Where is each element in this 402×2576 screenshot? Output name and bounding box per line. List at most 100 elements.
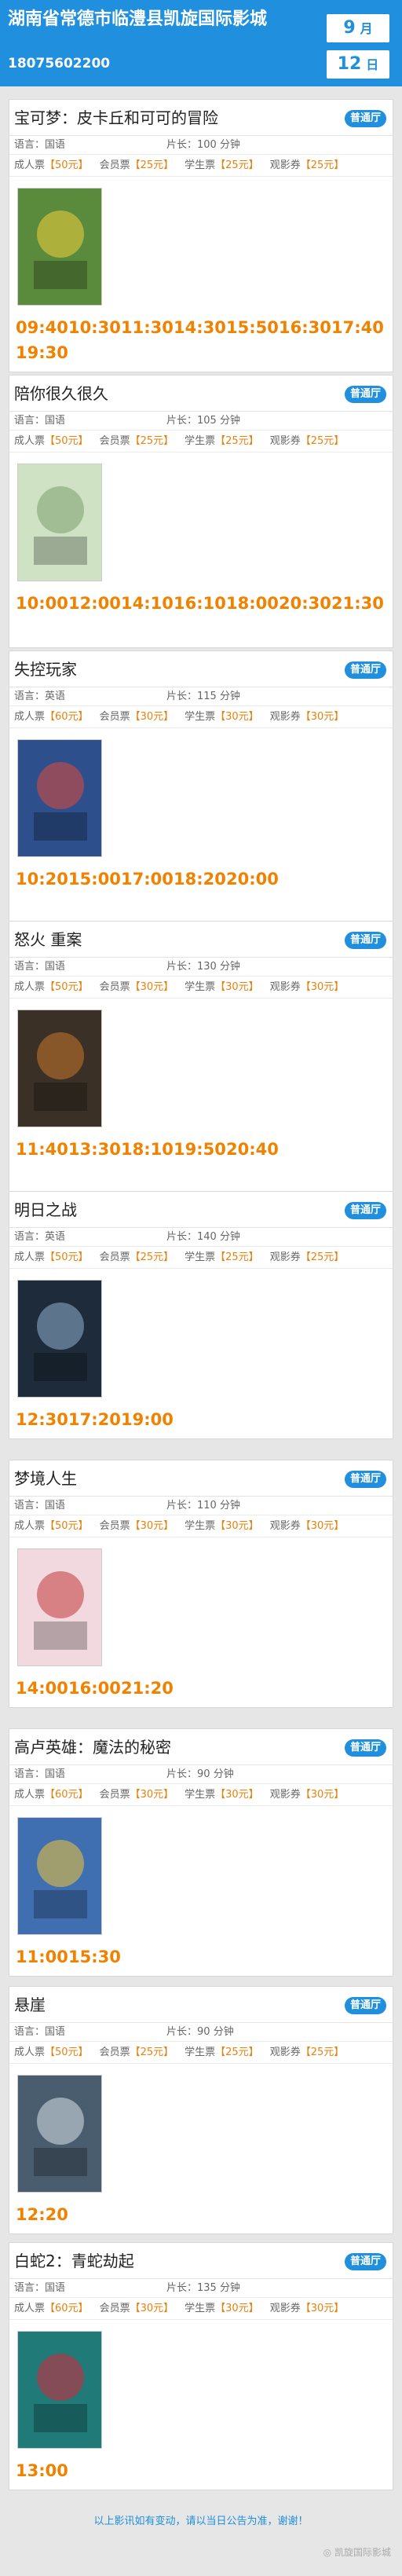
showtime[interactable]: 20:40 <box>226 1137 279 1162</box>
showtime[interactable]: 11:30 <box>121 315 174 340</box>
showtime[interactable]: 17:40 <box>331 315 384 340</box>
student-price-value: 【30元】 <box>215 711 259 723</box>
voucher-price: 观影券【30元】 <box>270 1784 345 1806</box>
movie-card[interactable]: 白蛇2：青蛇劫起 普通厅 语言：国语 片长：135 分钟 成人票【60元】 会员票… <box>9 2242 393 2490</box>
movie-title-row: 怒火 重案 普通厅 <box>9 922 393 958</box>
movie-title[interactable]: 悬崖 <box>14 1995 46 2015</box>
showtime[interactable]: 11:40 <box>16 1137 68 1162</box>
movie-poster[interactable] <box>17 739 102 857</box>
movie-poster[interactable] <box>17 2331 102 2449</box>
showtime[interactable]: 16:00 <box>68 1676 121 1701</box>
movie-card[interactable]: 陪你很久很久 普通厅 语言：国语 片长：105 分钟 成人票【50元】 会员票【2… <box>9 375 393 648</box>
duration-value: 100 分钟 <box>197 139 240 151</box>
showtime[interactable]: 12:00 <box>68 591 121 616</box>
member-price-label: 会员票 <box>99 981 130 993</box>
movie-info-row: 语言：国语 片长：90 分钟 <box>9 1765 393 1784</box>
duration-label: 片长： <box>166 2026 198 2038</box>
movie-title[interactable]: 宝可梦：皮卡丘和可可的冒险 <box>14 108 218 128</box>
showtime[interactable]: 16:30 <box>279 315 331 340</box>
price-row: 成人票【60元】 会员票【30元】 学生票【30元】 观影券【30元】 <box>9 1784 393 1806</box>
showtime[interactable]: 21:20 <box>121 1676 174 1701</box>
showtime[interactable]: 12:20 <box>16 2202 68 2227</box>
showtime[interactable]: 09:40 <box>16 315 68 340</box>
showtime[interactable]: 10:20 <box>16 867 68 892</box>
movie-card[interactable]: 宝可梦：皮卡丘和可可的冒险 普通厅 语言：国语 片长：100 分钟 成人票【50… <box>9 99 393 372</box>
movie-title-row: 高卢英雄：魔法的秘密 普通厅 <box>9 1729 393 1765</box>
showtime[interactable]: 15:50 <box>226 315 279 340</box>
movie-poster[interactable] <box>17 1280 102 1398</box>
showtime[interactable]: 17:20 <box>68 1407 121 1432</box>
showtime[interactable]: 21:30 <box>331 591 384 616</box>
showtime[interactable]: 20:00 <box>226 867 279 892</box>
student-price-label: 学生票 <box>185 159 216 171</box>
showtime[interactable]: 18:20 <box>174 867 226 892</box>
showtime[interactable]: 14:30 <box>174 315 226 340</box>
showtime[interactable]: 15:00 <box>68 867 121 892</box>
showtime[interactable]: 13:00 <box>16 2458 68 2483</box>
showtime[interactable]: 16:10 <box>174 591 226 616</box>
movie-poster[interactable] <box>17 1548 102 1666</box>
movie-card[interactable]: 怒火 重案 普通厅 语言：国语 片长：130 分钟 成人票【50元】 会员票【30… <box>9 921 393 1194</box>
poster-image <box>18 1818 101 1934</box>
member-price: 会员票【30元】 <box>100 706 174 728</box>
member-price-value: 【30元】 <box>130 1789 174 1801</box>
movie-title[interactable]: 明日之战 <box>14 1200 77 1220</box>
movie-title[interactable]: 白蛇2：青蛇劫起 <box>14 2251 134 2271</box>
showtime[interactable]: 14:10 <box>121 591 174 616</box>
showtime[interactable]: 15:30 <box>68 1944 121 1970</box>
student-price-label: 学生票 <box>185 981 216 993</box>
member-price: 会员票【30元】 <box>100 1784 174 1806</box>
movie-poster[interactable] <box>17 2075 102 2193</box>
movie-poster[interactable] <box>17 188 102 306</box>
duration-info: 片长：135 分钟 <box>166 2279 240 2298</box>
movie-card[interactable]: 悬崖 普通厅 语言：国语 片长：90 分钟 成人票【50元】 会员票【25元】 学生… <box>9 1986 393 2234</box>
student-price: 学生票【30元】 <box>185 1784 259 1806</box>
showtimes: 12:20 <box>16 2202 385 2227</box>
showtime[interactable]: 11:00 <box>16 1944 68 1970</box>
student-price-value: 【30元】 <box>215 981 259 993</box>
poster-image <box>18 464 101 581</box>
adult-price-value: 【50元】 <box>45 1520 89 1532</box>
adult-price: 成人票【50元】 <box>14 977 89 999</box>
month-number: 9 <box>343 18 356 38</box>
showtime[interactable]: 14:00 <box>16 1676 68 1701</box>
movie-title[interactable]: 陪你很久很久 <box>14 383 108 404</box>
movie-title[interactable]: 怒火 重案 <box>14 929 82 950</box>
movie-card[interactable]: 梦境人生 普通厅 语言：国语 片长：110 分钟 成人票【50元】 会员票【30元… <box>9 1460 393 1708</box>
movie-poster[interactable] <box>17 1010 102 1127</box>
cinema-phone[interactable]: 18075602200 <box>8 55 110 72</box>
adult-price-value: 【50元】 <box>45 435 89 447</box>
member-price: 会员票【30元】 <box>100 977 174 999</box>
adult-price-value: 【60元】 <box>45 2303 89 2314</box>
movie-card[interactable]: 失控玩家 普通厅 语言：英语 片长：115 分钟 成人票【60元】 会员票【30元… <box>9 650 393 924</box>
showtime[interactable]: 10:30 <box>68 315 121 340</box>
movie-card[interactable]: 高卢英雄：魔法的秘密 普通厅 语言：国语 片长：90 分钟 成人票【60元】 会员… <box>9 1728 393 1977</box>
movie-poster[interactable] <box>17 1817 102 1935</box>
duration-value: 90 分钟 <box>197 2026 234 2038</box>
language-info: 语言：国语 <box>14 2023 65 2042</box>
adult-price-value: 【60元】 <box>45 711 89 723</box>
showtime[interactable]: 19:30 <box>16 340 68 365</box>
showtime[interactable]: 12:30 <box>16 1407 68 1432</box>
showtime[interactable]: 19:00 <box>121 1407 174 1432</box>
language-info: 语言：国语 <box>14 1497 65 1515</box>
movie-poster[interactable] <box>17 464 102 581</box>
showtime[interactable]: 10:00 <box>16 591 68 616</box>
student-price-value: 【30元】 <box>215 1520 259 1532</box>
price-row: 成人票【50元】 会员票【30元】 学生票【30元】 观影券【30元】 <box>9 977 393 999</box>
movie-card[interactable]: 明日之战 普通厅 语言：英语 片长：140 分钟 成人票【50元】 会员票【25元… <box>9 1191 393 1439</box>
duration-value: 105 分钟 <box>197 415 240 427</box>
movie-title-row: 梦境人生 普通厅 <box>9 1460 393 1497</box>
showtime[interactable]: 17:00 <box>121 867 174 892</box>
showtime[interactable]: 18:10 <box>121 1137 174 1162</box>
student-price-value: 【30元】 <box>215 1789 259 1801</box>
adult-price: 成人票【60元】 <box>14 2298 89 2320</box>
movie-title[interactable]: 失控玩家 <box>14 659 77 680</box>
showtime[interactable]: 13:30 <box>68 1137 121 1162</box>
movie-title[interactable]: 高卢英雄：魔法的秘密 <box>14 1737 171 1757</box>
showtime[interactable]: 18:00 <box>226 591 279 616</box>
showtime[interactable]: 20:30 <box>279 591 331 616</box>
language-info: 语言：国语 <box>14 136 65 155</box>
movie-title[interactable]: 梦境人生 <box>14 1468 77 1489</box>
showtime[interactable]: 19:50 <box>174 1137 226 1162</box>
